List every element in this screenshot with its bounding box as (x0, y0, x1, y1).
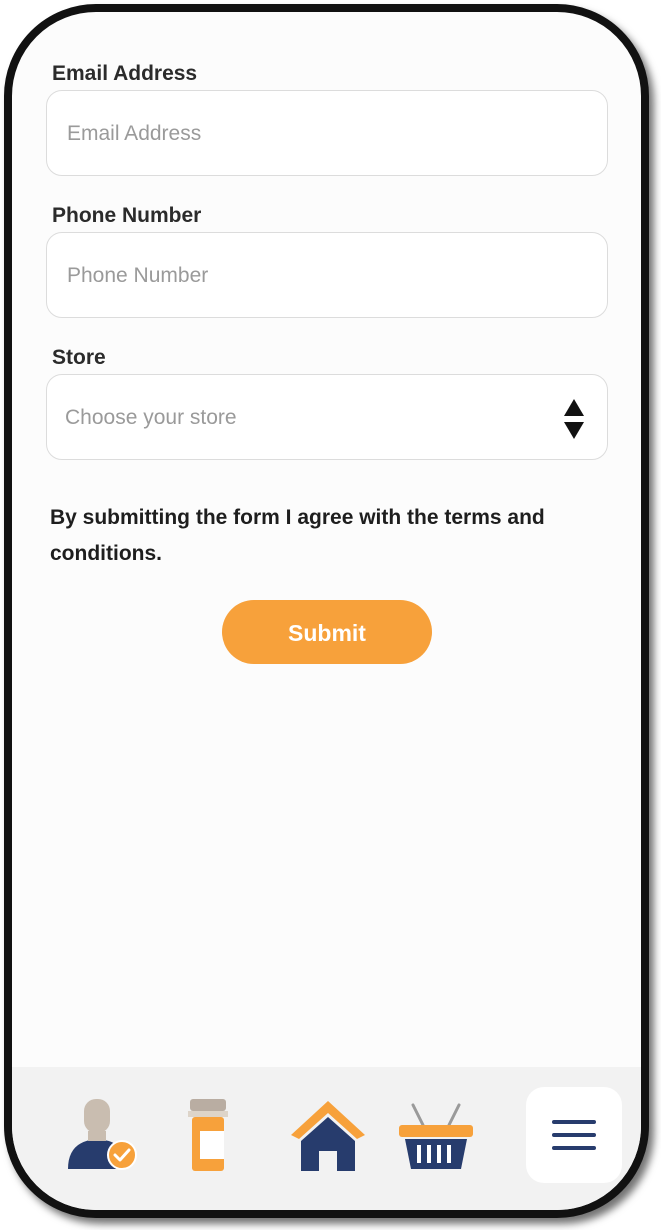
nav-item-profile[interactable] (52, 1087, 148, 1183)
basket-icon (399, 1103, 473, 1169)
home-icon (291, 1101, 365, 1171)
submit-button[interactable]: Submit (222, 600, 432, 664)
store-label: Store (52, 346, 106, 369)
phone-label: Phone Number (52, 204, 202, 227)
store-select-value: Choose your store (65, 406, 237, 429)
terms-text: By submitting the form I agree with the … (50, 506, 545, 565)
email-label: Email Address (52, 62, 198, 85)
nav-item-basket[interactable] (388, 1087, 484, 1183)
phone-field[interactable] (65, 233, 549, 319)
form-screen: Email Address Phone Number Store Choose … (12, 12, 641, 1210)
select-stepper-icon (564, 399, 584, 439)
nav-item-home[interactable] (280, 1087, 376, 1183)
store-select[interactable]: Choose your store (46, 374, 608, 460)
bottom-nav (12, 1067, 641, 1210)
nav-item-menu[interactable] (526, 1087, 622, 1183)
pill-bottle-icon (188, 1099, 228, 1171)
menu-icon (552, 1120, 596, 1150)
phone-field-box[interactable] (46, 232, 608, 319)
phone-frame: Email Address Phone Number Store Choose … (4, 4, 649, 1218)
email-field-box[interactable] (46, 90, 608, 177)
nav-item-prescriptions[interactable] (160, 1087, 256, 1183)
email-field[interactable] (65, 91, 549, 177)
user-verified-icon (68, 1099, 137, 1170)
